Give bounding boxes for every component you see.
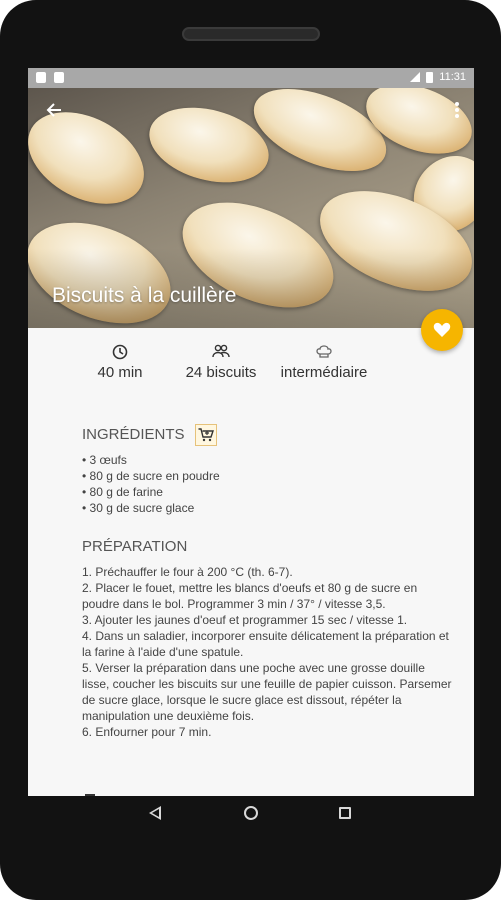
stat-difficulty-value: intermédiaire [280, 364, 368, 381]
arrow-left-icon [46, 103, 61, 117]
nav-back-button[interactable] [149, 806, 161, 820]
stat-duration: 40 min [80, 344, 160, 381]
clock-icon [112, 344, 128, 360]
list-item: • 30 g de sucre glace [82, 501, 195, 515]
stat-duration-value: 40 min [97, 364, 143, 381]
list-item: • 3 œufs [82, 453, 127, 467]
status-time: 11:31 [439, 71, 466, 83]
stat-yield: 24 biscuits [171, 344, 271, 381]
preparation-steps: 1. Préchauffer le four à 200 °C (th. 6-7… [82, 564, 452, 740]
app-screen: 11:31 Biscuits à la cuillère 40 min 24 b… [28, 68, 474, 828]
ingredients-title: INGRÉDIENTS [82, 426, 185, 443]
status-bar: 11:31 [28, 68, 474, 88]
phone-frame: 11:31 Biscuits à la cuillère 40 min 24 b… [0, 0, 501, 900]
heart-icon [433, 322, 451, 337]
recipe-content: INGRÉDIENTS • 3 œufs • 80 g de sucre en … [82, 424, 452, 740]
chef-hat-icon [316, 345, 332, 358]
list-item: 1. Préchauffer le four à 200 °C (th. 6-7… [82, 565, 293, 579]
ingredients-list: • 3 œufs • 80 g de sucre en poudre • 80 … [82, 452, 452, 516]
stat-difficulty: intermédiaire [274, 344, 374, 381]
shopping-cart-icon [198, 428, 214, 442]
list-item: 6. Enfourner pour 7 min. [82, 725, 212, 739]
signal-icon [410, 72, 421, 82]
android-icon [54, 72, 64, 83]
battery-icon [426, 71, 434, 83]
android-nav-bar [28, 796, 474, 834]
nav-recents-button[interactable] [339, 807, 351, 819]
preparation-title: PRÉPARATION [82, 538, 188, 555]
list-item: 3. Ajouter les jaunes d'oeuf et programm… [82, 613, 408, 627]
stat-yield-value: 24 biscuits [185, 364, 257, 381]
recipe-stats: 40 min 24 biscuits intermédiaire [28, 344, 474, 394]
list-item: • 80 g de sucre en poudre [82, 469, 220, 483]
add-to-cart-button[interactable] [194, 424, 217, 446]
back-arrow-button[interactable] [42, 100, 66, 124]
ingredients-header: INGRÉDIENTS [82, 424, 452, 446]
recipe-title: Biscuits à la cuillère [52, 284, 237, 307]
recipe-hero-image: Biscuits à la cuillère [28, 88, 474, 328]
preparation-header: PRÉPARATION [82, 536, 452, 558]
notification-icon [36, 72, 46, 83]
people-icon [212, 344, 230, 358]
list-item: 2. Placer le fouet, mettre les blancs d'… [82, 581, 418, 611]
overflow-menu-button[interactable] [452, 102, 462, 122]
list-item: 5. Verser la préparation dans une poche … [82, 661, 452, 723]
list-item: 4. Dans un saladier, incorporer ensuite … [82, 629, 449, 659]
nav-home-button[interactable] [244, 806, 258, 820]
list-item: • 80 g de farine [82, 485, 163, 499]
phone-speaker [182, 27, 320, 41]
